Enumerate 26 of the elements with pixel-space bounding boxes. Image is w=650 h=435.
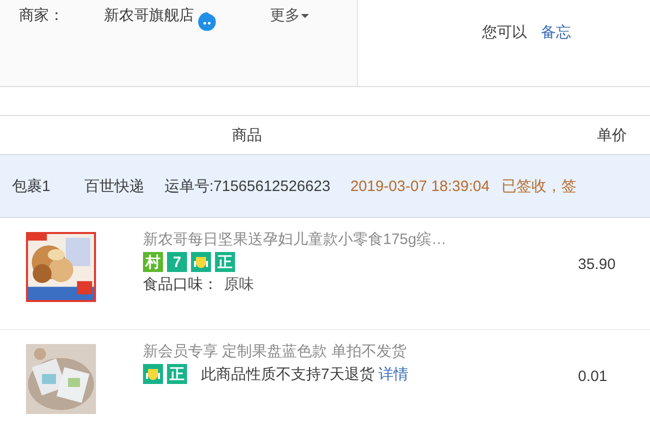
seller-name[interactable]: 新农哥旗舰店 bbox=[104, 6, 194, 25]
delivery-status: 已签收，签 bbox=[502, 176, 577, 196]
product-title[interactable]: 新农哥每日坚果送孕妇儿童款小零食175g缤… bbox=[143, 230, 523, 249]
tracking-number: 运单号:71565612526623 bbox=[164, 176, 330, 196]
column-header: 单价 bbox=[597, 126, 627, 144]
memo-link[interactable]: 备忘 bbox=[541, 22, 571, 42]
details-link[interactable]: 详情 bbox=[378, 364, 408, 384]
column-header: 商品 bbox=[232, 126, 262, 144]
service-badge: 7 bbox=[167, 252, 187, 272]
unit-price: 35.90 bbox=[578, 256, 616, 273]
service-badge: 正 bbox=[215, 252, 235, 272]
flavor-label: 食品口味： bbox=[143, 275, 218, 294]
carrier-name: 百世快递 bbox=[84, 176, 144, 196]
service-badge: 正 bbox=[167, 364, 187, 384]
product-title[interactable]: 新会员专享 定制果盘蓝色款 单拍不发货 bbox=[143, 342, 523, 361]
seller-label: 商家： bbox=[19, 6, 65, 25]
service-badge: 村 bbox=[143, 252, 163, 272]
memo-text: 您可以 bbox=[482, 22, 527, 42]
package-name: 包裹1 bbox=[12, 176, 50, 196]
delivery-time: 2019-03-07 18:39:04 bbox=[350, 178, 490, 194]
chat-icon[interactable] bbox=[196, 10, 218, 32]
return-policy-note: 此商品性质不支持7天退货 bbox=[201, 364, 374, 384]
flavor-value: 原味 bbox=[224, 275, 254, 294]
more-dropdown[interactable]: 更多 bbox=[270, 6, 309, 25]
caret-icon bbox=[301, 12, 309, 18]
unit-price: 0.01 bbox=[578, 368, 608, 385]
